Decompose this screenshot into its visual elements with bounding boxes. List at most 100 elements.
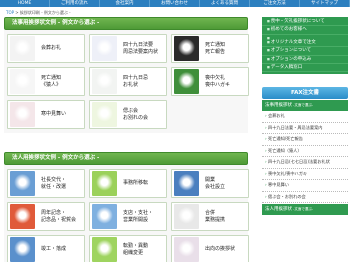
building-photo xyxy=(10,237,35,262)
card-label-line: 四十九日法要 xyxy=(123,42,154,48)
dew-leaf-photo xyxy=(174,69,199,94)
card-label-line: 支店・支社・ xyxy=(123,210,154,216)
nav-item[interactable]: HOME xyxy=(0,0,50,7)
card-label-line: 死亡通知 xyxy=(41,75,62,81)
card-label: 出向の挨拶状 xyxy=(205,246,235,253)
breadcrumb-home-link[interactable]: TOP xyxy=(6,10,14,15)
card-label-line: 社長交代・ xyxy=(41,177,67,183)
sidebar-menu-item[interactable]: 初めてのお客様へ xyxy=(262,26,348,35)
sidebar-group-heading: 法人用挨拶状 -文面で選ぶ- xyxy=(262,203,348,216)
template-card[interactable]: 寒中見舞い xyxy=(7,100,85,129)
skyscraper-photo xyxy=(174,171,199,196)
card-label: 四十九日忌 お礼状 xyxy=(123,75,148,88)
card-label-line: 業務提携 xyxy=(205,216,226,223)
card-label: 寒中見舞い xyxy=(41,111,66,118)
card-label: 喪中欠礼 喪中ハガキ xyxy=(205,75,230,88)
card-label-line: 就任・改選 xyxy=(41,183,67,190)
template-card[interactable]: 死亡通知 《猿人》 xyxy=(7,67,85,96)
lily-photo xyxy=(92,69,117,94)
card-label: 支店・支社・ 営業所開設 xyxy=(123,210,153,223)
card-grid-memorial: 会葬お礼 四十九日法要 周忌法要案内状 死亡通知 死亡報告 死亡通知 《猿人》 四十九日忌 お礼… xyxy=(4,30,249,133)
card-label-line: 死亡通知 xyxy=(205,42,226,48)
white-lily-photo xyxy=(174,36,199,61)
card-label-line: 会社設立 xyxy=(205,183,226,190)
sidebar-group-subtitle: -文面で選ぶ- xyxy=(292,207,314,212)
nav-item[interactable]: お問い合わせ xyxy=(150,0,200,7)
template-card[interactable]: 会葬お礼 xyxy=(7,34,85,63)
sidebar-group-subtitle: -文面で選ぶ- xyxy=(292,103,314,108)
card-label: 偲ぶ会 お別れの会 xyxy=(123,108,148,121)
sidebar-link[interactable]: 四十九日法要・周忌法要案内 xyxy=(262,122,348,135)
nav-item[interactable]: よくある質問 xyxy=(200,0,250,7)
sidebar-menu-item[interactable]: 喪中・欠礼挨拶状について xyxy=(262,18,348,27)
card-label: 死亡通知 《猿人》 xyxy=(41,75,61,88)
card-label-line: 組織変更 xyxy=(123,249,144,256)
handshake-photo xyxy=(174,204,199,229)
sidebar-link[interactable]: 死亡通知/死亡報告 xyxy=(262,134,348,146)
card-label-line: 四十九日忌 xyxy=(123,75,149,81)
template-card[interactable]: 事務所移転 xyxy=(89,169,167,198)
flower-photo xyxy=(174,237,199,262)
nav-item[interactable]: サイトマップ xyxy=(300,0,350,7)
green-leaf-photo xyxy=(92,102,117,127)
sidebar-link[interactable]: 喪中欠礼/喪中ハガキ xyxy=(262,168,348,181)
template-card[interactable]: 四十九日忌 お礼状 xyxy=(89,67,167,96)
sidebar-menu-item[interactable]: データ入稿窓口 xyxy=(262,64,348,73)
template-card[interactable]: 支店・支社・ 営業所開設 xyxy=(89,202,167,231)
sidebar-menu-item[interactable]: オプションについて xyxy=(262,47,348,56)
sidebar-link[interactable]: 偲ぶ会・お別れの会 xyxy=(262,191,348,204)
breadcrumb-current: 挨拶状印刷 - 例文から選ぶ - xyxy=(19,10,71,15)
sidebar-group-heading: 法事用挨拶状 -文面で選ぶ- xyxy=(262,99,348,112)
sidebar-link[interactable]: 寒中見舞い xyxy=(262,180,348,192)
nav-item[interactable]: ご注文方法 xyxy=(250,0,300,7)
sidebar-link[interactable]: 死亡通知（猿人） xyxy=(262,145,348,158)
section-title-corporate: 法人用挨拶状文例 - 例文から選ぶ - xyxy=(4,152,248,165)
card-label-line: 竣工・落成 xyxy=(41,246,67,253)
card-label: 開業 会社設立 xyxy=(205,177,225,190)
top-nav: HOME ご利用の流れ 会社案内 お問い合わせ よくある質問 ご注文方法 サイトマップ xyxy=(0,0,350,7)
card-label-line: 営業所開設 xyxy=(123,216,149,223)
template-card[interactable]: 喪中欠礼 喪中ハガキ xyxy=(171,67,249,96)
template-card[interactable]: 合併 業務提携 xyxy=(171,202,249,231)
sidebar-link-groups: 法事用挨拶状 -文面で選ぶ-会葬お礼四十九日法要・周忌法要案内死亡通知/死亡報告… xyxy=(262,99,348,216)
fax-order-button[interactable]: FAX注文書 xyxy=(262,87,348,100)
template-card[interactable]: 死亡通知 死亡報告 xyxy=(171,34,249,63)
sidebar-group-title: 法事用挨拶状 xyxy=(265,103,292,109)
template-card[interactable]: 周年記念・ 記念品・祝賀会 xyxy=(7,202,85,231)
template-card[interactable]: 開業 会社設立 xyxy=(171,169,249,198)
sidebar-link[interactable]: 四十九日忌(七七日忌)法要お礼状 xyxy=(262,157,348,169)
card-label-line: お別れの会 xyxy=(123,114,149,121)
template-card[interactable]: 四十九日法要 周忌法要案内状 xyxy=(89,34,167,63)
sidebar-menu-item[interactable]: オプションの申込み xyxy=(262,56,348,65)
card-grid-corporate: 社長交代・ 就任・改選 事務所移転 開業 会社設立周年記念・ 記念品・祝賀会 支店・支社・営… xyxy=(4,165,249,262)
building-photo xyxy=(10,171,35,196)
green-leaf-photo xyxy=(92,237,117,262)
nav-item[interactable]: 会社案内 xyxy=(100,0,150,7)
tower-photo xyxy=(92,204,117,229)
white-flower-photo xyxy=(10,69,35,94)
card-label-line: 死亡報告 xyxy=(205,48,226,55)
card-label: 死亡通知 死亡報告 xyxy=(205,42,225,55)
card-label: 竣工・落成 xyxy=(41,246,66,253)
sidebar-menu: 喪中・欠礼挨拶状について初めてのお客様へオリジナル文章で注文オプションについてオ… xyxy=(262,17,348,75)
card-label-line: 喪中ハガキ xyxy=(205,81,231,88)
main-content: 法事用挨拶状文例 - 例文から選ぶ - 会葬お礼 四十九日法要 周忌法要案内状 死亡通… xyxy=(4,17,249,262)
card-label: 社長交代・ 就任・改選 xyxy=(41,177,66,190)
template-card[interactable]: 偲ぶ会 お別れの会 xyxy=(89,100,167,129)
template-card[interactable]: 転勤・異動 組織変更 xyxy=(89,235,167,262)
nav-item[interactable]: ご利用の流れ xyxy=(50,0,100,7)
template-card[interactable]: 社長交代・ 就任・改選 xyxy=(7,169,85,198)
breadcrumb: TOP > 挨拶状印刷 - 例文から選ぶ - xyxy=(6,10,71,16)
card-label: 周年記念・ 記念品・祝賀会 xyxy=(41,210,76,223)
section-title-memorial: 法事用挨拶状文例 - 例文から選ぶ - xyxy=(4,17,248,30)
template-card[interactable]: 竣工・落成 xyxy=(7,235,85,262)
sidebar-link[interactable]: 会葬お礼 xyxy=(262,111,348,123)
sidebar-menu-item[interactable]: オリジナル文章で注文 xyxy=(262,39,348,48)
card-label-line: 事務所移転 xyxy=(123,180,149,187)
sidebar: 喪中・欠礼挨拶状について初めてのお客様へオリジナル文章で注文オプションについてオ… xyxy=(262,17,348,216)
sidebar-group-title: 法人用挨拶状 xyxy=(265,207,292,213)
green-leaf-photo xyxy=(92,171,117,196)
template-card[interactable]: 出向の挨拶状 xyxy=(171,235,249,262)
card-label-line: 会葬お礼 xyxy=(41,45,62,52)
